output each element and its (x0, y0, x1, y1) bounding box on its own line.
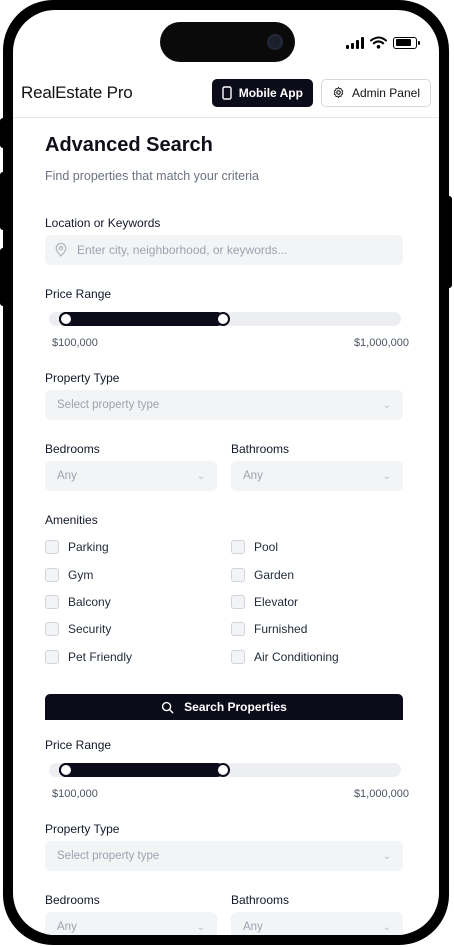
amenity-air-conditioning[interactable]: Air Conditioning (231, 650, 339, 664)
price-min-handle[interactable] (59, 312, 73, 326)
chevron-down-icon: ⌄ (382, 470, 391, 482)
checkbox[interactable] (231, 650, 245, 664)
action-button (0, 118, 6, 148)
screen: RealEstate Pro Mobile App Admin Panel Ad… (13, 10, 439, 935)
bathrooms-value: Any (243, 470, 263, 482)
page-title: Advanced Search (45, 134, 213, 156)
bedrooms-select[interactable]: Any ⌄ (45, 912, 217, 935)
chevron-down-icon: ⌄ (382, 850, 391, 862)
dynamic-island (160, 22, 295, 62)
location-label: Location or Keywords (45, 216, 161, 230)
amenity-gym[interactable]: Gym (45, 568, 93, 582)
checkbox[interactable] (45, 595, 59, 609)
navbar: RealEstate Pro Mobile App Admin Panel (13, 68, 439, 118)
checkbox[interactable] (45, 622, 59, 636)
bathrooms-value: Any (243, 921, 263, 933)
camera-icon (267, 34, 283, 50)
price-min-value: $100,000 (52, 337, 98, 349)
search-button-label: Search Properties (184, 700, 287, 714)
volume-up-button (0, 172, 6, 230)
amenity-furnished[interactable]: Furnished (231, 622, 307, 636)
power-button (446, 196, 452, 288)
checkbox[interactable] (231, 622, 245, 636)
checkbox[interactable] (45, 540, 59, 554)
volume-down-button (0, 248, 6, 306)
gear-icon (333, 86, 344, 99)
price-range-slider[interactable] (49, 763, 401, 777)
amenity-garden[interactable]: Garden (231, 568, 294, 582)
page-subtitle: Find properties that match your criteria (45, 169, 259, 183)
price-range-label: Price Range (45, 738, 112, 752)
bedrooms-value: Any (57, 470, 77, 482)
mobile-app-label: Mobile App (238, 85, 303, 100)
battery-icon (393, 36, 420, 49)
amenity-parking[interactable]: Parking (45, 540, 109, 554)
checkbox[interactable] (45, 650, 59, 664)
bedrooms-value: Any (57, 921, 77, 933)
amenities-label: Amenities (45, 513, 98, 527)
location-placeholder: Enter city, neighborhood, or keywords... (77, 243, 288, 257)
checkbox[interactable] (231, 595, 245, 609)
chevron-down-icon: ⌄ (382, 399, 391, 411)
amenity-pet-friendly[interactable]: Pet Friendly (45, 650, 132, 664)
bedrooms-label: Bedrooms (45, 442, 100, 456)
price-max-value: $1,000,000 (353, 337, 409, 349)
search-properties-button[interactable]: Search Properties (45, 694, 403, 720)
price-max-handle[interactable] (216, 312, 230, 326)
property-type-label: Property Type (45, 371, 120, 385)
checkbox[interactable] (231, 568, 245, 582)
price-range-slider[interactable] (49, 312, 401, 326)
chevron-down-icon: ⌄ (196, 470, 205, 482)
smartphone-icon (222, 85, 232, 100)
phone-frame: RealEstate Pro Mobile App Admin Panel Ad… (0, 0, 452, 945)
bathrooms-select[interactable]: Any ⌄ (231, 912, 403, 935)
status-bar (346, 36, 420, 49)
price-max-handle[interactable] (216, 763, 230, 777)
brand-title: RealEstate Pro (21, 82, 133, 102)
admin-panel-button[interactable]: Admin Panel (320, 78, 431, 107)
property-type-value: Select property type (57, 399, 160, 411)
price-min-handle[interactable] (59, 763, 73, 777)
amenity-balcony[interactable]: Balcony (45, 595, 111, 609)
bathrooms-label: Bathrooms (231, 893, 290, 907)
amenity-security[interactable]: Security (45, 622, 111, 636)
bedrooms-select[interactable]: Any ⌄ (45, 461, 217, 491)
bathrooms-select[interactable]: Any ⌄ (231, 461, 403, 491)
amenity-pool[interactable]: Pool (231, 540, 278, 554)
bedrooms-label: Bedrooms (45, 893, 100, 907)
amenity-elevator[interactable]: Elevator (231, 595, 298, 609)
signal-icon (346, 36, 364, 49)
chevron-down-icon: ⌄ (196, 921, 205, 933)
price-range-label: Price Range (45, 287, 112, 301)
price-min-value: $100,000 (52, 788, 98, 800)
search-icon (162, 701, 174, 713)
price-max-value: $1,000,000 (353, 788, 409, 800)
bathrooms-label: Bathrooms (231, 442, 290, 456)
price-range-fill (59, 312, 224, 326)
property-type-select[interactable]: Select property type ⌄ (45, 390, 403, 420)
property-type-value: Select property type (57, 850, 160, 862)
property-type-select[interactable]: Select property type ⌄ (45, 841, 403, 871)
checkbox[interactable] (45, 568, 59, 582)
chevron-down-icon: ⌄ (382, 921, 391, 933)
location-input[interactable]: Enter city, neighborhood, or keywords... (45, 235, 403, 265)
admin-panel-label: Admin Panel (351, 85, 420, 100)
checkbox[interactable] (231, 540, 245, 554)
map-pin-icon (55, 243, 67, 257)
property-type-label: Property Type (45, 822, 120, 836)
wifi-icon (370, 36, 387, 49)
mobile-app-button[interactable]: Mobile App (211, 78, 313, 107)
price-range-fill (59, 763, 224, 777)
